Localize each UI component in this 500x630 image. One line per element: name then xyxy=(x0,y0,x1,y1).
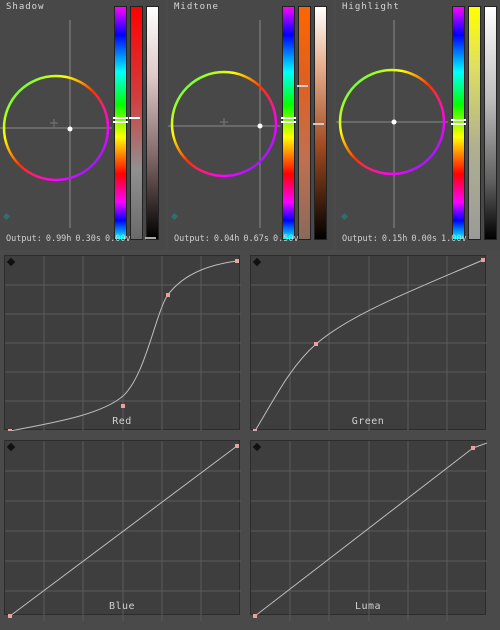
control-point xyxy=(253,429,257,431)
luma-curve-panel[interactable]: Luma xyxy=(250,440,487,621)
output-readout: Output: 0.15h 0.00s 1.00v xyxy=(342,234,467,244)
hue-slider[interactable] xyxy=(281,6,296,240)
curve-graph[interactable] xyxy=(5,256,241,431)
output-readout: Output: 0.04h 0.67s 0.50v xyxy=(174,234,299,244)
hue-handle[interactable] xyxy=(113,121,128,123)
red-curve-panel[interactable]: Red xyxy=(4,255,241,431)
wheel-handle xyxy=(391,119,397,125)
value-handle[interactable] xyxy=(145,237,156,239)
midtone-panel: Midtone Output: 0.04h 0.67s 0.50v xyxy=(168,0,334,250)
highlight-panel: Highlight Output: 0.15h 0.00s 1.00v xyxy=(336,0,500,250)
saturation-slider[interactable] xyxy=(297,6,311,240)
hue-handle[interactable] xyxy=(281,117,296,119)
blue-curve-panel[interactable]: Blue xyxy=(4,440,241,621)
control-point xyxy=(235,259,239,263)
control-point xyxy=(253,614,257,618)
curve-graph[interactable] xyxy=(251,441,487,621)
hue-handle[interactable] xyxy=(113,117,128,119)
control-point xyxy=(235,444,239,448)
value-slider[interactable] xyxy=(145,6,159,240)
output-readout: Output: 0.99h 0.30s 0.00v xyxy=(6,234,131,244)
wheel-handle xyxy=(67,126,73,132)
curve-label: Green xyxy=(351,416,385,427)
wheel-handle xyxy=(257,123,263,129)
control-point xyxy=(166,293,170,297)
value-slider[interactable] xyxy=(484,6,497,240)
hue-handle[interactable] xyxy=(281,121,296,123)
value-handle[interactable] xyxy=(313,123,324,125)
hue-handle[interactable] xyxy=(451,119,466,121)
control-point xyxy=(121,404,125,408)
control-point xyxy=(481,258,485,262)
saturation-slider[interactable] xyxy=(468,6,481,240)
control-point xyxy=(8,429,12,431)
saturation-handle[interactable] xyxy=(129,117,140,119)
hue-slider[interactable] xyxy=(451,6,466,240)
curve-label: Blue xyxy=(108,601,136,612)
hue-slider[interactable] xyxy=(113,6,128,240)
control-point xyxy=(314,342,318,346)
shadow-panel: Shadow Output: 0.99h 0.30s 0.00v xyxy=(0,0,166,250)
green-curve-panel[interactable]: Green xyxy=(250,255,487,431)
value-slider[interactable] xyxy=(313,6,327,240)
curve-graph[interactable] xyxy=(5,441,241,621)
hue-handle[interactable] xyxy=(451,123,466,125)
curve-label: Red xyxy=(112,416,132,427)
saturation-handle[interactable] xyxy=(297,85,308,87)
control-point xyxy=(8,614,12,618)
curve-label: Luma xyxy=(354,601,382,612)
control-point xyxy=(471,446,475,450)
saturation-slider[interactable] xyxy=(129,6,143,240)
curve-graph[interactable] xyxy=(251,256,487,431)
